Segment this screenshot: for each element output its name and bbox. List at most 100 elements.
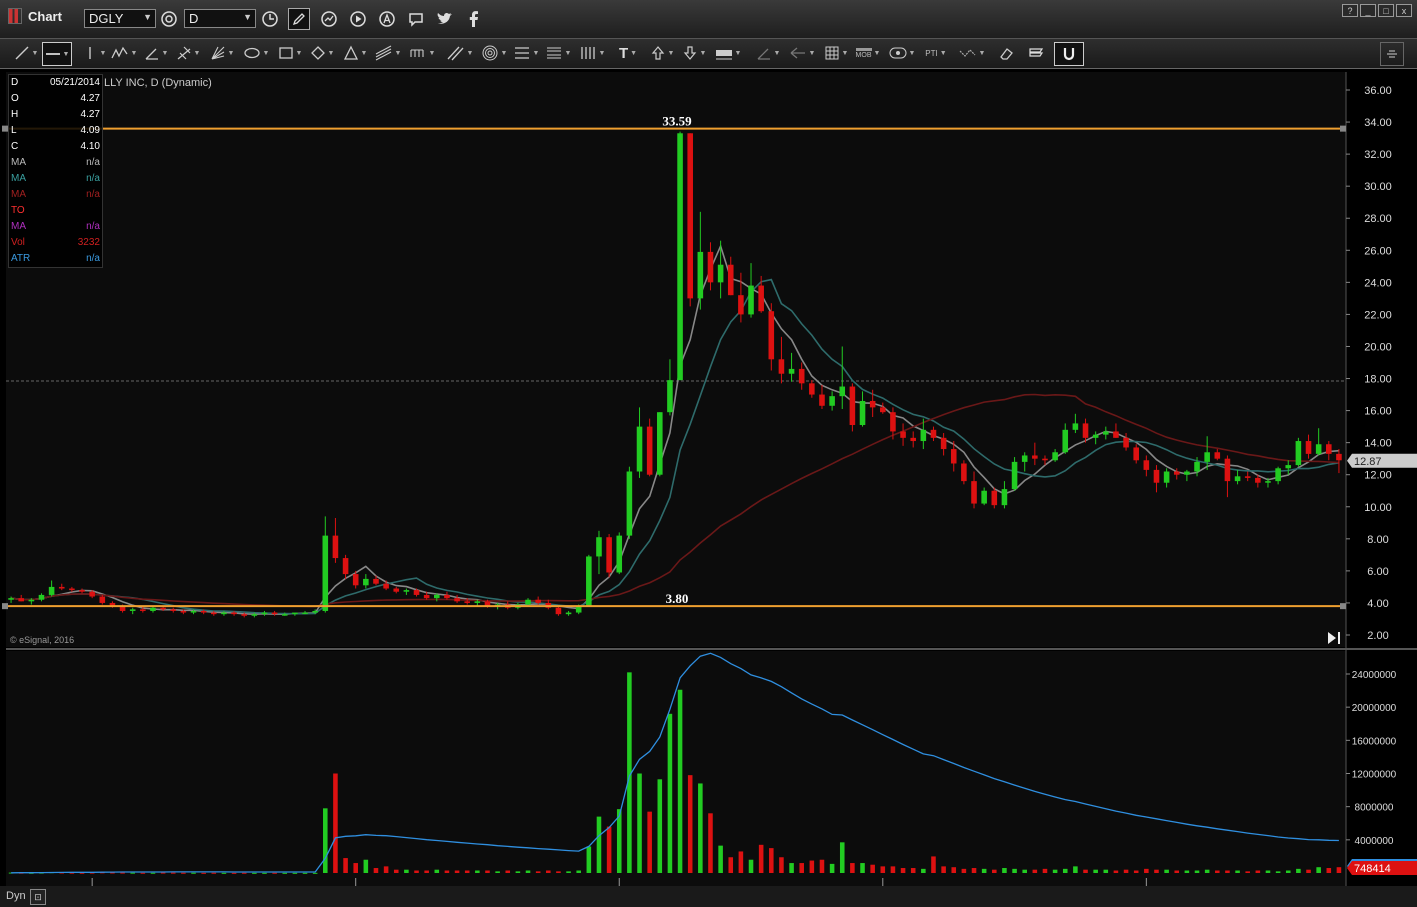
- cycle-lines-tool[interactable]: ▼: [408, 42, 436, 64]
- interval-clock-button[interactable]: [259, 8, 281, 30]
- concentric-circles-icon: [482, 45, 498, 61]
- timer-tool[interactable]: ▼: [888, 42, 916, 64]
- arrow-left-tool[interactable]: ▼: [788, 42, 816, 64]
- channel-tool[interactable]: ▼: [374, 42, 402, 64]
- ellipse-tool[interactable]: ▼: [242, 42, 270, 64]
- volume-bar: [870, 864, 875, 873]
- facebook-button[interactable]: [463, 8, 485, 30]
- play-button[interactable]: [347, 8, 369, 30]
- line-connect-tool[interactable]: ▼: [958, 42, 986, 64]
- data-window-value: 05/21/2014: [49, 77, 100, 88]
- chart-style-button[interactable]: [318, 8, 340, 30]
- minimize-button[interactable]: _: [1360, 4, 1376, 17]
- grid-tool[interactable]: ▼: [822, 42, 850, 64]
- angle-tool[interactable]: ▼: [142, 42, 170, 64]
- level-handle[interactable]: [1340, 603, 1346, 610]
- candle-body: [768, 311, 775, 360]
- candle-body: [312, 610, 318, 613]
- chart-area[interactable]: 36.00 34.00 32.00 30.00 28.00 26.00 24.00 22.00…: [0, 69, 1417, 886]
- regression-tool[interactable]: ▼: [446, 42, 474, 64]
- candle-body: [423, 594, 430, 599]
- volume-bar: [1093, 869, 1098, 873]
- candle-body: [849, 386, 856, 426]
- candle-body: [565, 612, 572, 615]
- volume-bar: [738, 851, 744, 873]
- andrews-tool[interactable]: ▼: [754, 42, 782, 64]
- level-handle[interactable]: [1340, 125, 1346, 132]
- triangle-tool[interactable]: ▼: [341, 42, 369, 64]
- volume-bar: [1103, 869, 1109, 873]
- level-handle[interactable]: [2, 603, 8, 610]
- candle-body: [677, 133, 683, 381]
- volume-bar: [434, 869, 440, 873]
- pitchfork-tool[interactable]: ▼: [174, 42, 202, 64]
- chat-button[interactable]: [405, 8, 427, 30]
- volume-bar: [596, 816, 602, 873]
- toolbar-options-button[interactable]: [1380, 42, 1404, 66]
- triangle-icon: [343, 45, 358, 60]
- help-button[interactable]: ?: [1342, 4, 1358, 17]
- pti-tool[interactable]: PTI ▼: [922, 42, 950, 64]
- alert-button[interactable]: [376, 8, 398, 30]
- volume-bar: [1194, 870, 1200, 873]
- volume-bar: [839, 842, 845, 873]
- volume-bar: [708, 813, 713, 873]
- chevron-down-icon: ▼: [143, 12, 152, 22]
- fib-circle-tool[interactable]: ▼: [480, 42, 508, 64]
- volume-bar: [1022, 869, 1027, 873]
- polyline-tool[interactable]: ▼: [110, 42, 138, 64]
- price-pane[interactable]: [6, 72, 1346, 647]
- volume-bar: [921, 868, 926, 873]
- twitter-button[interactable]: [434, 8, 456, 30]
- horizontal-line-tool[interactable]: ▼: [42, 42, 72, 66]
- rectangle-tool[interactable]: ▼: [276, 42, 304, 64]
- symbol-input[interactable]: DGLY ▼: [84, 9, 156, 28]
- title-bar: Chart DGLY ▼ D ▼ ? _ □ x: [0, 0, 1417, 39]
- fib-time-zones-tool[interactable]: ▼: [578, 42, 606, 64]
- cycle-lines-icon: [409, 49, 424, 57]
- mob-tool[interactable]: MOB ▼: [854, 42, 882, 64]
- chat-bubble-icon: [409, 13, 423, 27]
- highlight-tool[interactable]: ▼: [714, 42, 742, 64]
- volume-bar: [992, 869, 997, 873]
- volume-bar: [961, 868, 967, 873]
- volume-bar: [535, 871, 541, 873]
- volume-bar: [292, 872, 298, 874]
- data-window-row: C 4.10: [9, 139, 102, 155]
- clock-icon: [262, 11, 278, 27]
- maximize-button[interactable]: □: [1378, 4, 1394, 17]
- eraser-tool[interactable]: [992, 42, 1020, 64]
- candle-body: [798, 368, 805, 384]
- diamond-tool[interactable]: ▼: [308, 42, 336, 64]
- volume-bar: [201, 872, 206, 874]
- draw-pencil-button[interactable]: [288, 8, 310, 30]
- candle-body: [707, 251, 714, 283]
- candle-body: [383, 583, 389, 589]
- candle-body: [910, 437, 916, 442]
- price-tick-label: 26.00: [1364, 245, 1392, 257]
- text-tool[interactable]: T ▼: [614, 42, 642, 64]
- arrow-down-tool[interactable]: ▼: [680, 42, 708, 64]
- data-window-row: L 4.09: [9, 123, 102, 139]
- fib-extension-tool[interactable]: ▼: [544, 42, 572, 64]
- interval-input[interactable]: D ▼: [184, 9, 256, 28]
- candle-body: [636, 426, 643, 472]
- fib-retracement-tool[interactable]: ▼: [512, 42, 540, 64]
- notes-tool[interactable]: [1022, 42, 1050, 64]
- volume-bar: [728, 857, 734, 873]
- candle-body: [981, 490, 987, 504]
- volume-bar: [424, 870, 429, 873]
- magnet-tool[interactable]: [1054, 42, 1084, 66]
- vertical-line-tool[interactable]: ▼: [80, 42, 108, 64]
- vertical-line-icon: [88, 47, 91, 59]
- symbol-link-button[interactable]: [158, 8, 180, 30]
- zoom-mode-button[interactable]: ⊡: [30, 889, 46, 905]
- regression-lines-icon: [447, 46, 464, 61]
- close-button[interactable]: x: [1396, 4, 1412, 17]
- arrow-up-tool[interactable]: ▼: [648, 42, 676, 64]
- volume-pane[interactable]: [6, 651, 1346, 886]
- trendline-tool[interactable]: ▼: [12, 42, 40, 64]
- gann-fan-tool[interactable]: ▼: [208, 42, 236, 64]
- volume-bar: [1113, 870, 1119, 873]
- volume-bar: [464, 870, 470, 873]
